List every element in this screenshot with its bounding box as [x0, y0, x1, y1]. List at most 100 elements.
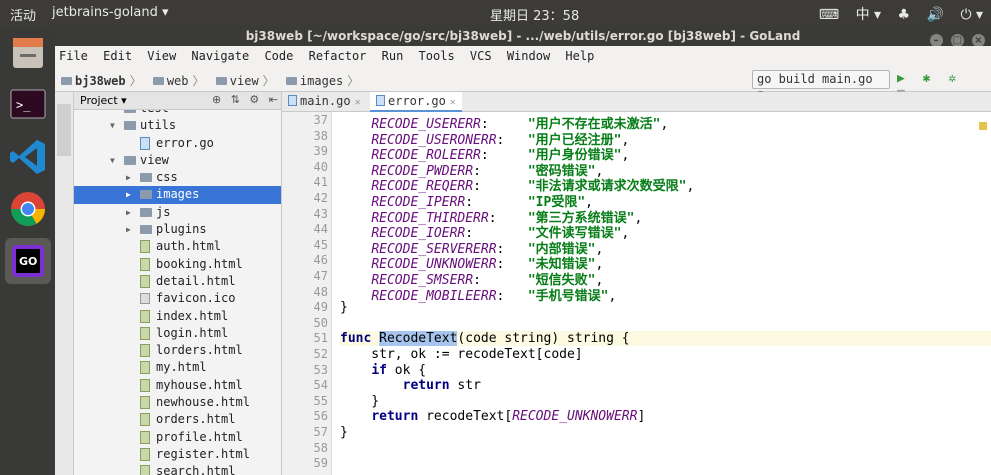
- tab-main-go[interactable]: main.go ✕: [282, 92, 368, 112]
- menu-run[interactable]: Run: [378, 46, 408, 63]
- tree-item[interactable]: ▶ css: [74, 169, 281, 186]
- folder-icon: [215, 77, 227, 85]
- vscode-launcher-icon[interactable]: [5, 134, 51, 180]
- folder-icon: [152, 77, 164, 85]
- tab-error-go[interactable]: error.go ✕: [370, 92, 462, 112]
- menu-tools[interactable]: Tools: [415, 46, 459, 63]
- line-number: 46: [313, 253, 328, 268]
- tree-item[interactable]: auth.html: [74, 238, 281, 255]
- input-method-menu[interactable]: 中 ▾: [856, 7, 881, 23]
- tree-item[interactable]: index.html: [74, 308, 281, 325]
- tree-item[interactable]: ▼ utils: [74, 117, 281, 134]
- files-launcher-icon[interactable]: [5, 30, 51, 76]
- project-tool-tab[interactable]: [57, 104, 71, 156]
- tree-item[interactable]: ▶ js: [74, 204, 281, 221]
- expanded-arrow-icon[interactable]: ▼: [110, 152, 115, 169]
- breadcrumb-item[interactable]: bj38web: [75, 74, 126, 88]
- tree-item[interactable]: ▼ view: [74, 152, 281, 169]
- tree-item[interactable]: myhouse.html: [74, 377, 281, 394]
- run-configuration-select[interactable]: go build main.go ▾: [752, 70, 890, 100]
- folder-icon: [285, 77, 297, 85]
- app-menu[interactable]: jetbrains-goland ▾: [52, 5, 169, 20]
- editor-tabs: main.go ✕ error.go ✕: [282, 92, 991, 112]
- chevron-right-icon: 〉: [129, 74, 142, 88]
- run-icon[interactable]: ▶: [897, 71, 905, 86]
- project-panel-actions: ⊕ ⇅ ⚙ ⇤: [206, 93, 278, 106]
- breadcrumb-item[interactable]: images: [300, 74, 343, 88]
- power-menu[interactable]: ⏻ ▾: [960, 7, 983, 23]
- tree-item[interactable]: orders.html: [74, 411, 281, 428]
- project-view-selector[interactable]: Project ▾: [80, 94, 127, 107]
- tree-item[interactable]: login.html: [74, 325, 281, 342]
- chrome-launcher-icon[interactable]: [5, 186, 51, 232]
- code-line: return recodeText[RECODE_UNKNOWERR]: [340, 409, 645, 424]
- breadcrumb-item[interactable]: web: [167, 74, 189, 88]
- warning-marker[interactable]: [979, 122, 987, 130]
- line-number: 54: [313, 378, 328, 393]
- tree-item[interactable]: newhouse.html: [74, 394, 281, 411]
- menu-vcs[interactable]: VCS: [466, 46, 496, 63]
- gear-icon[interactable]: ⚙: [249, 93, 259, 106]
- network-icon[interactable]: ♣: [898, 7, 911, 23]
- menu-refactor[interactable]: Refactor: [305, 46, 371, 63]
- collapsed-arrow-icon[interactable]: ▶: [126, 169, 131, 186]
- tree-item[interactable]: ▶ images: [74, 186, 281, 204]
- activities-button[interactable]: 活动: [10, 5, 36, 24]
- tab-label: main.go: [300, 94, 351, 108]
- tree-item[interactable]: register.html: [74, 446, 281, 463]
- tree-item[interactable]: error.go: [74, 135, 281, 152]
- code-line: RECODE_MOBILEERR: "手机号错误",: [371, 288, 617, 304]
- system-top-bar: 活动 jetbrains-goland ▾ 星期日 23：58 ⌨ 中 ▾ ♣ …: [0, 0, 991, 26]
- clock[interactable]: 星期日 23：58: [490, 5, 579, 24]
- code-line: if ok {: [340, 363, 426, 378]
- tree-item[interactable]: favicon.ico: [74, 290, 281, 307]
- tree-item[interactable]: profile.html: [74, 429, 281, 446]
- tree-item-label: login.html: [156, 325, 229, 340]
- tree-item[interactable]: detail.html: [74, 273, 281, 290]
- menu-navigate[interactable]: Navigate: [187, 46, 253, 63]
- goland-launcher-icon[interactable]: GO: [5, 238, 51, 284]
- project-tree: test▼utilserror.go▼view▶css▶images▶js▶pl…: [74, 100, 281, 475]
- code-text: recodeText[: [418, 409, 513, 425]
- html-file-icon: [140, 465, 150, 475]
- html-file-icon: [140, 274, 150, 288]
- line-number: 53: [313, 362, 328, 377]
- tree-item[interactable]: my.html: [74, 359, 281, 376]
- menu-code[interactable]: Code: [260, 46, 297, 63]
- line-number: 48: [313, 284, 328, 299]
- volume-icon[interactable]: 🔊: [927, 7, 944, 23]
- html-file-icon: [140, 447, 150, 461]
- menu-help[interactable]: Help: [561, 46, 598, 63]
- menu-edit[interactable]: Edit: [99, 46, 136, 63]
- menu-file[interactable]: File: [55, 46, 92, 63]
- code-line: }: [340, 425, 348, 440]
- tree-item-label: orders.html: [156, 412, 236, 427]
- collapsed-arrow-icon[interactable]: ▶: [126, 186, 131, 203]
- debug-icon[interactable]: ✱: [923, 71, 931, 86]
- tree-item[interactable]: ▶ plugins: [74, 221, 281, 238]
- collapsed-arrow-icon[interactable]: ▶: [126, 221, 131, 238]
- tab-label: error.go: [388, 94, 446, 108]
- collapsed-arrow-icon[interactable]: ▶: [126, 204, 131, 221]
- html-file-icon: [140, 361, 150, 375]
- tree-item[interactable]: search.html: [74, 463, 281, 475]
- breadcrumb-item[interactable]: view: [230, 74, 259, 88]
- html-file-icon: [140, 326, 150, 340]
- locate-icon[interactable]: ⊕: [212, 93, 221, 106]
- close-tab-icon[interactable]: ✕: [355, 97, 361, 108]
- code-line: }: [340, 300, 348, 315]
- collapse-icon[interactable]: ⇅: [231, 93, 240, 106]
- tree-item[interactable]: lorders.html: [74, 342, 281, 359]
- menu-window[interactable]: Window: [503, 46, 554, 63]
- hide-icon[interactable]: ⇤: [269, 93, 278, 106]
- close-tab-icon[interactable]: ✕: [450, 97, 456, 108]
- tree-item-label: detail.html: [156, 273, 236, 288]
- tree-item[interactable]: booking.html: [74, 256, 281, 273]
- terminal-launcher-icon[interactable]: >_: [5, 82, 51, 128]
- expanded-arrow-icon[interactable]: ▼: [110, 117, 115, 134]
- keyboard-icon[interactable]: ⌨: [819, 7, 839, 23]
- coverage-icon[interactable]: ✲: [948, 71, 956, 86]
- html-file-icon: [140, 430, 150, 444]
- menu-view[interactable]: View: [143, 46, 180, 63]
- code-area[interactable]: RECODE_USERERR: "用户不存在或未激活", RECODE_USER…: [332, 112, 991, 475]
